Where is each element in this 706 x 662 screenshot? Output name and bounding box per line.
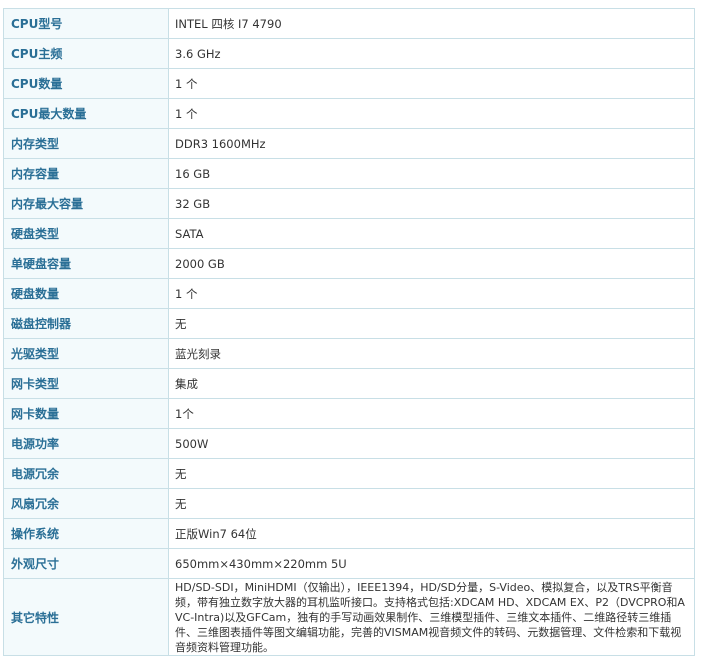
spec-label: 光驱类型 <box>3 338 169 369</box>
spec-value: 蓝光刻录 <box>168 338 695 369</box>
spec-value: 1 个 <box>168 68 695 99</box>
spec-table-body: CPU型号 INTEL 四核 I7 4790 CPU主频 3.6 GHz CPU… <box>3 8 695 656</box>
spec-table: CPU型号 INTEL 四核 I7 4790 CPU主频 3.6 GHz CPU… <box>3 8 695 656</box>
spec-row-power-redundancy: 电源冗余 无 <box>3 458 695 489</box>
spec-value: 32 GB <box>168 188 695 219</box>
spec-label: 内存类型 <box>3 128 169 159</box>
spec-label: CPU主频 <box>3 38 169 69</box>
spec-label: 其它特性 <box>3 578 169 656</box>
spec-label: 内存容量 <box>3 158 169 189</box>
spec-row-other-features: 其它特性 HD/SD-SDI，MiniHDMI（仅输出），IEEE1394，HD… <box>3 578 695 656</box>
spec-row-memory-type: 内存类型 DDR3 1600MHz <box>3 128 695 159</box>
spec-value: 650mm×430mm×220mm 5U <box>168 548 695 579</box>
spec-row-cpu-count: CPU数量 1 个 <box>3 68 695 99</box>
spec-value: 无 <box>168 458 695 489</box>
spec-label: 硬盘类型 <box>3 218 169 249</box>
spec-value: 1 个 <box>168 278 695 309</box>
spec-row-single-disk-capacity: 单硬盘容量 2000 GB <box>3 248 695 279</box>
spec-row-fan-redundancy: 风扇冗余 无 <box>3 488 695 519</box>
spec-label: 硬盘数量 <box>3 278 169 309</box>
spec-row-power-rating: 电源功率 500W <box>3 428 695 459</box>
spec-value: 16 GB <box>168 158 695 189</box>
spec-value: 2000 GB <box>168 248 695 279</box>
spec-label: 操作系统 <box>3 518 169 549</box>
spec-row-optical-drive: 光驱类型 蓝光刻录 <box>3 338 695 369</box>
spec-value: 正版Win7 64位 <box>168 518 695 549</box>
spec-row-cpu-frequency: CPU主频 3.6 GHz <box>3 38 695 69</box>
spec-value: INTEL 四核 I7 4790 <box>168 8 695 39</box>
spec-value: DDR3 1600MHz <box>168 128 695 159</box>
spec-row-cpu-max-count: CPU最大数量 1 个 <box>3 98 695 129</box>
spec-label: 网卡类型 <box>3 368 169 399</box>
spec-value-description: HD/SD-SDI，MiniHDMI（仅输出），IEEE1394，HD/SD分量… <box>168 578 695 656</box>
spec-label: CPU最大数量 <box>3 98 169 129</box>
spec-value: 无 <box>168 488 695 519</box>
spec-row-disk-type: 硬盘类型 SATA <box>3 218 695 249</box>
spec-row-dimensions: 外观尺寸 650mm×430mm×220mm 5U <box>3 548 695 579</box>
spec-label: 电源功率 <box>3 428 169 459</box>
spec-value: 无 <box>168 308 695 339</box>
spec-row-cpu-model: CPU型号 INTEL 四核 I7 4790 <box>3 8 695 39</box>
spec-value: 1个 <box>168 398 695 429</box>
spec-label: 风扇冗余 <box>3 488 169 519</box>
spec-label: 电源冗余 <box>3 458 169 489</box>
spec-label: 单硬盘容量 <box>3 248 169 279</box>
spec-label: CPU型号 <box>3 8 169 39</box>
spec-value: 1 个 <box>168 98 695 129</box>
spec-label: 磁盘控制器 <box>3 308 169 339</box>
spec-value: SATA <box>168 218 695 249</box>
spec-value: 3.6 GHz <box>168 38 695 69</box>
spec-value: 500W <box>168 428 695 459</box>
spec-value: 集成 <box>168 368 695 399</box>
spec-row-nic-count: 网卡数量 1个 <box>3 398 695 429</box>
spec-label: 内存最大容量 <box>3 188 169 219</box>
spec-row-operating-system: 操作系统 正版Win7 64位 <box>3 518 695 549</box>
spec-row-disk-count: 硬盘数量 1 个 <box>3 278 695 309</box>
spec-label: 外观尺寸 <box>3 548 169 579</box>
spec-label: CPU数量 <box>3 68 169 99</box>
spec-label: 网卡数量 <box>3 398 169 429</box>
spec-row-memory-capacity: 内存容量 16 GB <box>3 158 695 189</box>
spec-row-memory-max-capacity: 内存最大容量 32 GB <box>3 188 695 219</box>
spec-row-disk-controller: 磁盘控制器 无 <box>3 308 695 339</box>
spec-row-nic-type: 网卡类型 集成 <box>3 368 695 399</box>
